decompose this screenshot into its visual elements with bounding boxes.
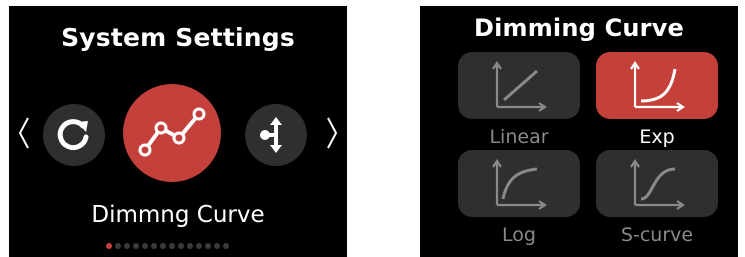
page-dot xyxy=(106,243,112,249)
page-dot xyxy=(214,243,220,249)
chevron-left-icon[interactable] xyxy=(17,116,31,150)
page-dot xyxy=(115,243,121,249)
system-settings-screen: System Settings Dimmng Curve xyxy=(9,6,347,257)
option-label: Linear xyxy=(489,126,549,148)
option-s-curve[interactable] xyxy=(596,150,718,217)
selected-item-caption: Dimmng Curve xyxy=(91,202,265,228)
page-dot xyxy=(169,243,175,249)
screen-title: System Settings xyxy=(61,23,295,52)
linear-curve-icon xyxy=(492,60,547,112)
chevron-right-icon[interactable] xyxy=(325,116,339,150)
s-curve-icon xyxy=(630,158,685,210)
line-chart-icon xyxy=(138,107,206,157)
option-exp[interactable] xyxy=(596,52,718,119)
option-label: Exp xyxy=(639,126,675,148)
exponential-curve-icon xyxy=(630,60,685,112)
refresh-icon xyxy=(57,119,89,151)
page-dot xyxy=(205,243,211,249)
page-dot xyxy=(160,243,166,249)
option-linear[interactable] xyxy=(458,52,580,119)
dimming-curve-screen: Dimming Curve Linear Exp Log S-curve xyxy=(420,6,738,257)
refresh-menu-button[interactable] xyxy=(43,104,105,166)
page-dot xyxy=(124,243,130,249)
page-dot xyxy=(151,243,157,249)
dimming-curve-menu-button[interactable] xyxy=(123,84,221,182)
page-indicator xyxy=(106,243,229,249)
page-dot xyxy=(178,243,184,249)
network-icon xyxy=(260,117,282,153)
page-dot xyxy=(133,243,139,249)
page-dot xyxy=(187,243,193,249)
page-dot xyxy=(196,243,202,249)
option-label: S-curve xyxy=(620,224,694,246)
option-log[interactable] xyxy=(458,150,580,217)
screen-title: Dimming Curve xyxy=(473,14,685,42)
logarithmic-curve-icon xyxy=(492,158,547,210)
option-label: Log xyxy=(502,224,536,246)
page-dot xyxy=(142,243,148,249)
page-dot xyxy=(223,243,229,249)
network-menu-button[interactable] xyxy=(245,104,307,166)
